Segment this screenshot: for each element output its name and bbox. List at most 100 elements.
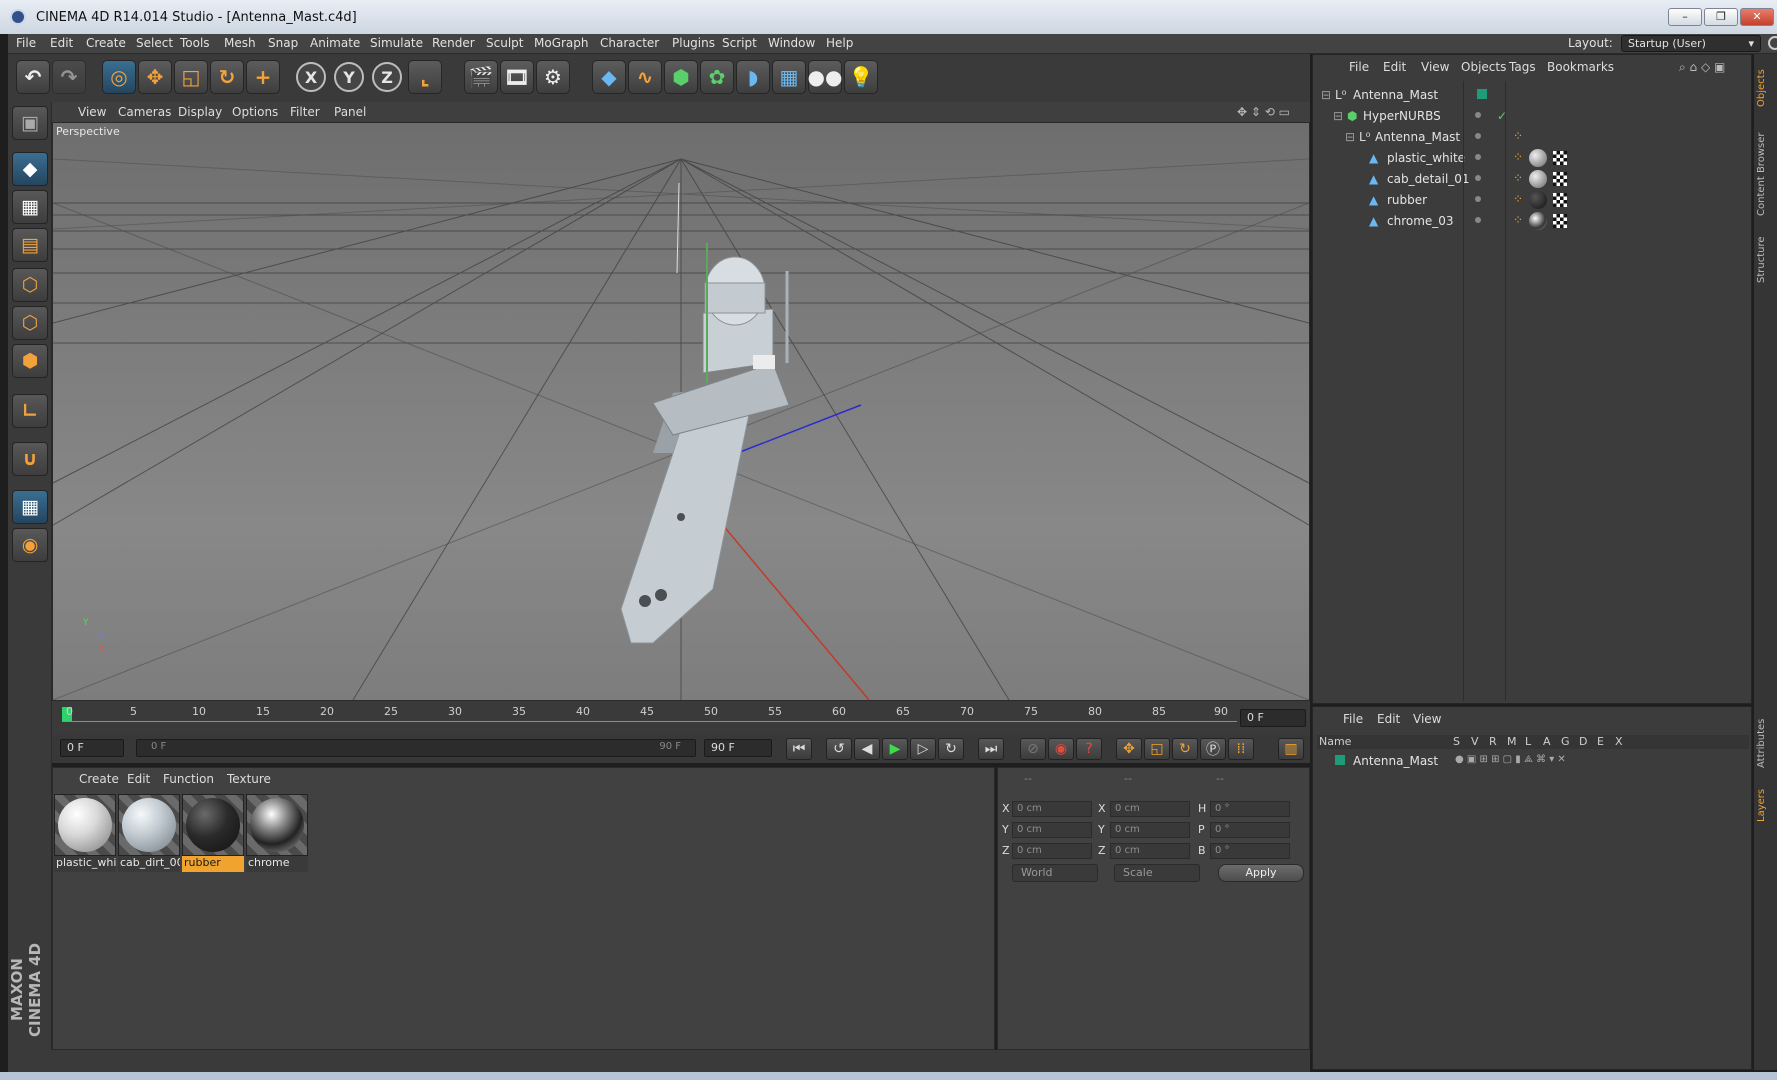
key-parameter-icon[interactable]: Ⓟ	[1200, 738, 1226, 760]
visibility-dot-icon[interactable]	[1475, 133, 1481, 139]
maximize-button[interactable]: ❐	[1704, 8, 1738, 26]
phong-tag-icon[interactable]: ⁘	[1513, 171, 1525, 185]
object-row-chrome[interactable]: ▲ chrome_03 ⁘	[1317, 211, 1749, 231]
menu-script[interactable]: Script	[722, 36, 757, 50]
redo-icon[interactable]: ↷	[52, 60, 86, 94]
render-view-icon[interactable]: 🎬	[464, 60, 498, 94]
phong-tag-icon[interactable]: ⁘	[1513, 213, 1525, 227]
material-tag-icon[interactable]	[1529, 170, 1547, 188]
object-menu-tags[interactable]: Tags	[1509, 60, 1536, 74]
uvw-tag-icon[interactable]	[1553, 151, 1567, 165]
menu-window[interactable]: Window	[768, 36, 815, 50]
column-solo[interactable]: S	[1453, 735, 1460, 748]
rotate-icon[interactable]: ↻	[210, 60, 244, 94]
y-axis-lock[interactable]: Y	[334, 62, 364, 92]
rotation-p-field[interactable]: 0 °	[1210, 822, 1290, 838]
collapse-icon[interactable]: ⊟	[1333, 109, 1343, 123]
close-button[interactable]: ✕	[1740, 8, 1774, 26]
key-rotation-icon[interactable]: ↻	[1172, 738, 1198, 760]
previous-frame-icon[interactable]: ◀	[854, 738, 880, 760]
collapse-icon[interactable]: ⊟	[1321, 88, 1331, 102]
object-menu-objects[interactable]: Objects	[1461, 60, 1506, 74]
spline-icon[interactable]: ∿	[628, 60, 662, 94]
viewport-menu-view[interactable]: View	[78, 105, 106, 119]
coordinate-mode-dropdown[interactable]: World	[1012, 864, 1098, 882]
material-menu-create[interactable]: Create	[79, 772, 119, 786]
tab-objects[interactable]: Objects	[1756, 58, 1775, 118]
current-frame-field[interactable]: 0 F	[1240, 709, 1306, 727]
edges-mode-icon[interactable]: ⬡	[12, 306, 48, 340]
visibility-dot-icon[interactable]	[1475, 154, 1481, 160]
material-rubber[interactable]: rubber	[182, 794, 244, 874]
search-icon[interactable]	[1768, 36, 1777, 50]
auto-key-icon[interactable]: ?	[1076, 738, 1102, 760]
column-animation[interactable]: A	[1543, 735, 1551, 748]
previous-key-icon[interactable]: ↺	[826, 738, 852, 760]
viewport-menu-panel[interactable]: Panel	[334, 105, 366, 119]
menu-mograph[interactable]: MoGraph	[534, 36, 589, 50]
menu-mesh[interactable]: Mesh	[224, 36, 256, 50]
column-deformers[interactable]: D	[1579, 735, 1587, 748]
phong-tag-icon[interactable]: ⁘	[1513, 129, 1525, 143]
minimize-button[interactable]: –	[1668, 8, 1702, 26]
layout-dropdown[interactable]: Startup (User) ▾	[1621, 35, 1761, 52]
material-cab-dirt[interactable]: cab_dirt_00	[118, 794, 180, 874]
x-axis-lock[interactable]: X	[296, 62, 326, 92]
column-generators[interactable]: G	[1561, 735, 1570, 748]
rotation-h-field[interactable]: 0 °	[1210, 801, 1290, 817]
viewport-menu-display[interactable]: Display	[178, 105, 222, 119]
next-frame-icon[interactable]: ▷	[910, 738, 936, 760]
viewport-menu-filter[interactable]: Filter	[290, 105, 320, 119]
menu-create[interactable]: Create	[86, 36, 126, 50]
move-icon[interactable]: ✥	[138, 60, 172, 94]
scale-icon[interactable]: ◱	[174, 60, 208, 94]
go-to-start-icon[interactable]: ⏮	[786, 738, 812, 760]
viewport-menu-options[interactable]: Options	[232, 105, 278, 119]
end-frame-field[interactable]: 90 F	[704, 739, 772, 757]
uvw-tag-icon[interactable]	[1553, 172, 1567, 186]
material-plastic-white[interactable]: plastic_whi	[54, 794, 116, 874]
make-editable-icon[interactable]: ▣	[12, 106, 48, 140]
layer-color-swatch[interactable]	[1335, 755, 1345, 765]
object-menu-view[interactable]: View	[1421, 60, 1449, 74]
deformer-icon[interactable]: ◗	[736, 60, 770, 94]
visibility-dot-icon[interactable]	[1475, 175, 1481, 181]
tab-content-browser[interactable]: Content Browser	[1756, 124, 1775, 224]
layer-menu-edit[interactable]: Edit	[1377, 712, 1400, 726]
render-settings-icon[interactable]: ⚙	[536, 60, 570, 94]
uvw-tag-icon[interactable]	[1553, 214, 1567, 228]
scale-mode-dropdown[interactable]: Scale	[1114, 864, 1200, 882]
menu-snap[interactable]: Snap	[268, 36, 298, 50]
position-y-field[interactable]: 0 cm	[1012, 822, 1092, 838]
size-z-field[interactable]: 0 cm	[1110, 843, 1190, 859]
points-mode-icon[interactable]: ⬡	[12, 268, 48, 302]
next-key-icon[interactable]: ↻	[938, 738, 964, 760]
menu-render[interactable]: Render	[432, 36, 475, 50]
material-tag-icon[interactable]	[1529, 191, 1547, 209]
tab-structure[interactable]: Structure	[1756, 230, 1775, 290]
frame-range-slider[interactable]: 0 F 90 F	[136, 739, 696, 757]
visibility-dot-icon[interactable]	[1475, 217, 1481, 223]
material-menu-texture[interactable]: Texture	[227, 772, 271, 786]
layer-row-antenna-mast[interactable]: Antenna_Mast ● ▣ ⊞ ⊞ ▢ ▮ ⟁ ⌘ ▾ ✕	[1317, 751, 1749, 771]
model-mode-icon[interactable]: ◆	[12, 152, 48, 186]
axis-mode-icon[interactable]: ∟	[12, 394, 48, 428]
key-position-icon[interactable]: ✥	[1116, 738, 1142, 760]
tab-layers[interactable]: Layers	[1756, 780, 1775, 830]
undo-icon[interactable]: ↶	[16, 60, 50, 94]
snap-magnet-icon[interactable]: ∪	[12, 442, 48, 476]
viewport-menu-cameras[interactable]: Cameras	[118, 105, 171, 119]
layer-menu-view[interactable]: View	[1413, 712, 1441, 726]
column-locked[interactable]: L	[1525, 735, 1531, 748]
phong-tag-icon[interactable]: ⁘	[1513, 192, 1525, 206]
texture-mode-icon[interactable]: ▦	[12, 190, 48, 224]
workplane-mode-icon[interactable]: ▤	[12, 228, 48, 262]
start-frame-field[interactable]: 0 F	[60, 739, 124, 757]
size-y-field[interactable]: 0 cm	[1110, 822, 1190, 838]
object-menu-edit[interactable]: Edit	[1383, 60, 1406, 74]
menu-help[interactable]: Help	[826, 36, 853, 50]
object-row-antenna-mast[interactable]: ⊟ L⁰ Antenna_Mast	[1317, 85, 1749, 105]
timeline-layout-icon[interactable]: ▥	[1278, 738, 1304, 760]
render-picture-viewer-icon[interactable]: 🎞	[500, 60, 534, 94]
column-xref[interactable]: X	[1615, 735, 1623, 748]
